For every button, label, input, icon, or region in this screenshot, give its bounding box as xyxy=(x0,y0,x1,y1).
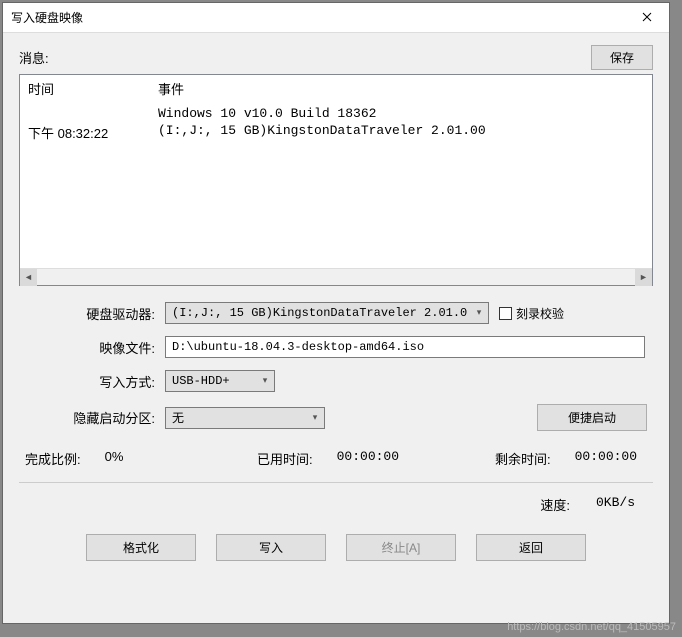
log-time-cell: 下午 08:32:22 xyxy=(28,123,158,142)
log-row: 下午 08:32:22 (I:,J:, 15 GB)KingstonDataTr… xyxy=(28,123,644,142)
speed-value: 0KB/s xyxy=(596,495,635,514)
remaining-value: 00:00:00 xyxy=(575,449,637,468)
remaining-label: 剩余时间: xyxy=(495,449,551,468)
log-row: Windows 10 v10.0 Build 18362 xyxy=(28,106,644,121)
hide-partition-row: 隐藏启动分区: 无 ▾ 便捷启动 xyxy=(25,404,647,431)
speed-row: 速度: 0KB/s xyxy=(19,491,653,514)
write-button[interactable]: 写入 xyxy=(216,534,326,561)
image-row: 映像文件: xyxy=(25,336,647,358)
verify-checkbox[interactable] xyxy=(499,307,512,320)
speed-label: 速度: xyxy=(540,495,570,514)
progress-value: 0% xyxy=(105,449,124,468)
window-title: 写入硬盘映像 xyxy=(11,9,83,26)
progress-label: 完成比例: xyxy=(25,449,81,468)
log-event-cell: (I:,J:, 15 GB)KingstonDataTraveler 2.01.… xyxy=(158,123,644,142)
log-body: 时间 事件 Windows 10 v10.0 Build 18362 下午 08… xyxy=(20,75,652,268)
log-time-cell xyxy=(28,106,158,121)
drive-label: 硬盘驱动器: xyxy=(25,304,165,323)
chevron-down-icon: ▾ xyxy=(470,308,488,318)
hide-partition-label: 隐藏启动分区: xyxy=(25,408,165,427)
elapsed-label: 已用时间: xyxy=(257,449,313,468)
write-method-label: 写入方式: xyxy=(25,372,165,391)
scroll-left-icon[interactable]: ◄ xyxy=(20,269,37,286)
horizontal-scrollbar[interactable]: ◄ ► xyxy=(20,268,652,285)
stop-button[interactable]: 终止[A] xyxy=(346,534,456,561)
return-button[interactable]: 返回 xyxy=(476,534,586,561)
drive-select[interactable]: (I:,J:, 15 GB)KingstonDataTraveler 2.01.… xyxy=(165,302,489,324)
chevron-down-icon: ▾ xyxy=(256,376,274,386)
close-icon xyxy=(642,9,652,27)
button-row: 格式化 写入 终止[A] 返回 xyxy=(19,514,653,567)
chevron-down-icon: ▾ xyxy=(306,413,324,423)
message-label: 消息: xyxy=(19,48,49,67)
elapsed-value: 00:00:00 xyxy=(337,449,399,468)
divider xyxy=(19,482,653,483)
write-method-select[interactable]: USB-HDD+ ▾ xyxy=(165,370,275,392)
image-file-input[interactable] xyxy=(165,336,645,358)
content-area: 消息: 保存 时间 事件 Windows 10 v10.0 Build 1836… xyxy=(3,33,669,623)
log-column-header: 时间 事件 xyxy=(28,79,644,98)
hide-partition-select[interactable]: 无 ▾ xyxy=(165,407,325,429)
write-method-row: 写入方式: USB-HDD+ ▾ xyxy=(25,370,647,392)
log-col-event: 事件 xyxy=(158,79,644,98)
verify-checkbox-wrap[interactable]: 刻录校验 xyxy=(499,305,564,322)
format-button[interactable]: 格式化 xyxy=(86,534,196,561)
drive-row: 硬盘驱动器: (I:,J:, 15 GB)KingstonDataTravele… xyxy=(25,302,647,324)
scroll-right-icon[interactable]: ► xyxy=(635,269,652,286)
titlebar: 写入硬盘映像 xyxy=(3,3,669,33)
write-method-value: USB-HDD+ xyxy=(166,374,256,388)
log-panel: 时间 事件 Windows 10 v10.0 Build 18362 下午 08… xyxy=(19,74,653,286)
verify-label: 刻录校验 xyxy=(516,305,564,322)
dialog-window: 写入硬盘映像 消息: 保存 时间 事件 Windows 10 v10.0 Bui… xyxy=(2,2,670,624)
log-col-time: 时间 xyxy=(28,79,158,98)
close-button[interactable] xyxy=(625,3,669,33)
form-area: 硬盘驱动器: (I:,J:, 15 GB)KingstonDataTravele… xyxy=(19,286,653,443)
log-event-cell: Windows 10 v10.0 Build 18362 xyxy=(158,106,644,121)
message-header: 消息: 保存 xyxy=(19,45,653,70)
save-button[interactable]: 保存 xyxy=(591,45,653,70)
watermark: https://blog.csdn.net/qq_41505957 xyxy=(507,621,676,633)
status-row: 完成比例: 0% 已用时间: 00:00:00 剩余时间: 00:00:00 xyxy=(19,443,653,468)
hide-partition-value: 无 xyxy=(166,409,306,426)
image-label: 映像文件: xyxy=(25,338,165,357)
quick-boot-button[interactable]: 便捷启动 xyxy=(537,404,647,431)
drive-value: (I:,J:, 15 GB)KingstonDataTraveler 2.01.… xyxy=(166,306,470,320)
